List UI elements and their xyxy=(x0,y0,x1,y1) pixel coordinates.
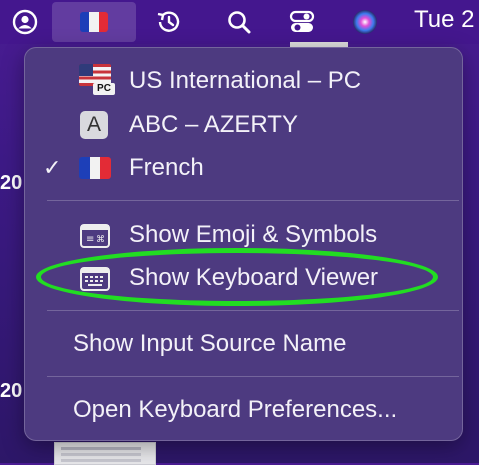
desktop-label: 20 xyxy=(0,380,23,402)
menu-item-label: French xyxy=(129,154,204,181)
control-center-icon[interactable] xyxy=(285,0,319,44)
menu-item-open-keyboard-preferences[interactable]: Open Keyboard Preferences... xyxy=(25,389,462,431)
menu-item-abc-azerty[interactable]: A ABC – AZERTY xyxy=(25,104,462,146)
menu-item-show-keyboard-viewer[interactable]: Show Keyboard Viewer xyxy=(25,257,462,299)
desktop-file-thumbnail[interactable] xyxy=(54,442,156,465)
menu-separator xyxy=(47,310,459,311)
menu-item-us-international-pc[interactable]: PC US International – PC xyxy=(25,60,462,102)
keyboard-viewer-icon xyxy=(80,267,110,296)
menu-separator xyxy=(47,200,459,201)
user-circle-icon[interactable] xyxy=(8,0,42,44)
time-machine-icon[interactable] xyxy=(152,0,186,44)
checkmark-icon: ✓ xyxy=(43,155,62,180)
menu-bar-clock[interactable]: Tue 2 xyxy=(414,6,474,34)
menu-item-label: Show Keyboard Viewer xyxy=(129,264,379,291)
menu-item-label: Open Keyboard Preferences... xyxy=(73,396,398,423)
desktop-label: 20 xyxy=(0,172,23,194)
menu-item-label: Show Input Source Name xyxy=(73,330,347,357)
menu-item-french[interactable]: ✓ French xyxy=(25,147,462,189)
flag-icon xyxy=(80,12,108,32)
svg-text:⌘: ⌘ xyxy=(96,235,105,245)
menu-item-show-input-source-name[interactable]: Show Input Source Name xyxy=(25,323,462,365)
menu-bar: Tue 2 xyxy=(0,0,479,44)
input-source-menu-extra[interactable] xyxy=(52,2,136,42)
us-flag-pc-icon: PC xyxy=(79,64,115,95)
search-icon[interactable] xyxy=(222,0,256,44)
menu-separator xyxy=(47,376,459,377)
menu-item-label: US International – PC xyxy=(129,67,362,94)
menu-item-label: Show Emoji & Symbols xyxy=(129,221,378,248)
french-flag-icon xyxy=(79,157,111,179)
emoji-symbols-icon: ≡ ⌘ xyxy=(80,224,110,253)
menu-item-show-emoji-symbols[interactable]: ≡ ⌘ Show Emoji & Symbols xyxy=(25,214,462,256)
svg-text:≡: ≡ xyxy=(86,234,94,245)
siri-icon[interactable] xyxy=(348,0,382,44)
abc-icon: A xyxy=(80,111,108,139)
menu-item-label: ABC – AZERTY xyxy=(129,111,298,138)
input-source-menu: PC US International – PC A ABC – AZERTY … xyxy=(24,47,463,441)
